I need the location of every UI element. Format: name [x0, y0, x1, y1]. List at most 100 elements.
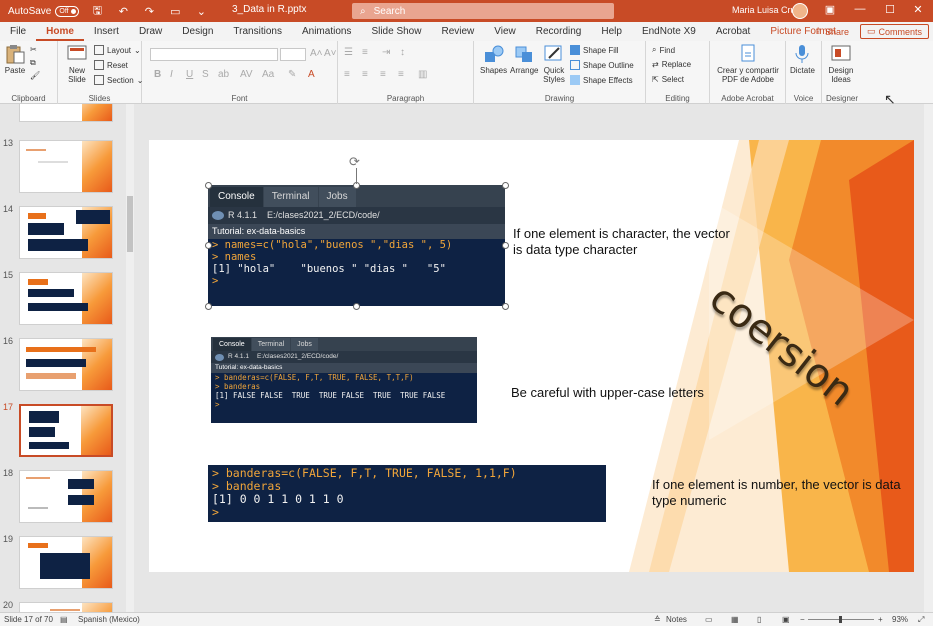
dictate-button[interactable]: Dictate — [790, 44, 815, 75]
shape-fill-button[interactable]: Shape Fill — [570, 45, 619, 55]
maximize-icon[interactable]: ☐ — [882, 3, 898, 16]
console-screenshot-3[interactable]: > banderas=c(FALSE, F,T, TRUE, FALSE, 1,… — [208, 465, 606, 522]
font-name-box[interactable] — [150, 48, 278, 61]
tab-transitions[interactable]: Transitions — [223, 22, 292, 41]
minimize-icon[interactable]: — — [852, 3, 868, 15]
tab-help[interactable]: Help — [591, 22, 632, 41]
comments-button[interactable]: ▭ Comments — [859, 24, 929, 39]
thumbnail-15[interactable] — [19, 272, 113, 325]
numbering-icon[interactable]: ≡ — [362, 47, 368, 58]
text-uppercase-note[interactable]: Be careful with upper-case letters — [511, 385, 771, 401]
columns-icon[interactable]: ▥ — [418, 69, 427, 80]
tab-home[interactable]: Home — [36, 22, 84, 41]
autosave-control[interactable]: AutoSave Off — [8, 5, 80, 17]
font-size-box[interactable] — [280, 48, 306, 61]
justify-icon[interactable]: ≡ — [398, 69, 404, 80]
replace-button[interactable]: ⇄ Replace — [652, 60, 691, 69]
normal-view-icon[interactable]: ▭ — [705, 615, 713, 624]
notes-icon[interactable]: ≙ — [654, 615, 661, 624]
canvas-scrollbar[interactable] — [924, 104, 933, 612]
share-button[interactable]: ⇪ Share — [808, 24, 855, 39]
ribbon-display-icon[interactable]: ▣ — [822, 3, 838, 16]
thumbnail-19[interactable] — [19, 536, 113, 589]
tab-slide-show[interactable]: Slide Show — [361, 22, 431, 41]
shapes-button[interactable]: Shapes — [480, 44, 507, 75]
find-button[interactable]: ⌕ Find — [652, 45, 675, 55]
underline-icon[interactable]: U — [186, 69, 193, 80]
scrollbar-thumb[interactable] — [127, 196, 133, 252]
customize-toolbar-icon[interactable]: ⌄ — [193, 5, 209, 18]
format-painter-icon[interactable]: 🖌 — [30, 71, 40, 80]
indent-icon[interactable]: ⇥ — [382, 47, 390, 58]
save-icon[interactable]: 🖫 — [89, 2, 105, 21]
zoom-out-icon[interactable]: − — [800, 615, 805, 624]
tab-recording[interactable]: Recording — [526, 22, 592, 41]
tab-insert[interactable]: Insert — [84, 22, 129, 41]
console-screenshot-2[interactable]: Console Terminal Jobs R 4.1.1 E:/clases2… — [211, 337, 477, 423]
thumbnail-17[interactable] — [19, 404, 113, 457]
layout-button[interactable]: Layout ⌄ — [94, 45, 141, 55]
design-ideas-button[interactable]: Design Ideas — [826, 44, 856, 84]
close-icon[interactable]: ✕ — [910, 3, 926, 16]
tab-acrobat[interactable]: Acrobat — [706, 22, 760, 41]
tab-animations[interactable]: Animations — [292, 22, 361, 41]
slide-sorter-icon[interactable]: ▦ — [731, 615, 739, 624]
thumbnail-14[interactable] — [19, 206, 113, 259]
char-spacing-icon[interactable]: AV — [240, 69, 253, 80]
thumbnail-20[interactable] — [19, 602, 113, 612]
notes-button[interactable]: Notes — [666, 615, 687, 624]
user-name[interactable]: Maria Luisa Cruz — [732, 5, 800, 15]
present-icon[interactable]: ▭ — [167, 5, 183, 18]
tab-review[interactable]: Review — [431, 22, 484, 41]
highlight-icon[interactable]: ✎ — [288, 69, 296, 80]
language-indicator[interactable]: Spanish (Mexico) — [78, 615, 140, 624]
select-button[interactable]: ⇱ Select — [652, 75, 684, 84]
zoom-in-icon[interactable]: + — [878, 615, 883, 624]
redo-icon[interactable]: ↷ — [141, 5, 157, 18]
font-color-icon[interactable]: A — [308, 69, 315, 80]
align-right-icon[interactable]: ≡ — [380, 69, 386, 80]
reading-view-icon[interactable]: ▯ — [757, 615, 761, 624]
resize-handle[interactable] — [205, 242, 212, 249]
tab-file[interactable]: File — [0, 22, 36, 41]
paste-button[interactable]: Paste — [4, 44, 26, 75]
text-numeric-note[interactable]: If one element is number, the vector is … — [652, 477, 902, 509]
resize-handle[interactable] — [205, 303, 212, 310]
create-pdf-button[interactable]: Crear y compartir PDF de Adobe — [714, 44, 782, 84]
console-screenshot-1[interactable]: Console Terminal Jobs R 4.1.1 E:/clases2… — [208, 185, 505, 306]
strikethrough-icon[interactable]: ab — [218, 69, 229, 80]
tab-endnote[interactable]: EndNote X9 — [632, 22, 706, 41]
resize-handle[interactable] — [205, 182, 212, 189]
thumbnail-16[interactable] — [19, 338, 113, 391]
undo-icon[interactable]: ↶ — [115, 5, 131, 18]
thumbnail-18[interactable] — [19, 470, 113, 523]
avatar[interactable] — [792, 3, 808, 19]
zoom-level[interactable]: 93% — [892, 615, 908, 624]
line-spacing-icon[interactable]: ↕ — [400, 47, 405, 58]
shadow-icon[interactable]: S — [202, 69, 209, 80]
quick-styles-button[interactable]: Quick Styles — [540, 44, 568, 84]
thumbnail-12[interactable] — [19, 104, 113, 122]
fit-to-window-icon[interactable]: ⤢ — [918, 615, 924, 625]
cut-icon[interactable]: ✂ — [30, 45, 37, 54]
tab-design[interactable]: Design — [172, 22, 223, 41]
resize-handle[interactable] — [353, 303, 360, 310]
change-case-icon[interactable]: Aa — [262, 69, 274, 80]
zoom-slider-thumb[interactable] — [839, 616, 842, 623]
tab-view[interactable]: View — [484, 22, 526, 41]
bold-icon[interactable]: B — [154, 69, 161, 80]
resize-handle[interactable] — [502, 182, 509, 189]
search-box[interactable]: ⌕ Search — [352, 3, 614, 19]
thumbnail-scrollbar[interactable] — [126, 104, 134, 612]
new-slide-button[interactable]: New Slide — [62, 44, 92, 84]
italic-icon[interactable]: I — [170, 69, 173, 80]
rotate-handle-icon[interactable]: ⟳ — [349, 154, 360, 170]
resize-handle[interactable] — [502, 303, 509, 310]
autosave-toggle[interactable]: Off — [55, 5, 80, 17]
align-left-icon[interactable]: ≡ — [344, 69, 350, 80]
bullets-icon[interactable]: ☰ — [344, 47, 353, 58]
copy-icon[interactable]: ⧉ — [30, 58, 36, 68]
align-center-icon[interactable]: ≡ — [362, 69, 368, 80]
shape-outline-button[interactable]: Shape Outline — [570, 60, 634, 70]
slide[interactable]: coersion Console Terminal Jobs R 4.1.1 E… — [149, 140, 914, 572]
